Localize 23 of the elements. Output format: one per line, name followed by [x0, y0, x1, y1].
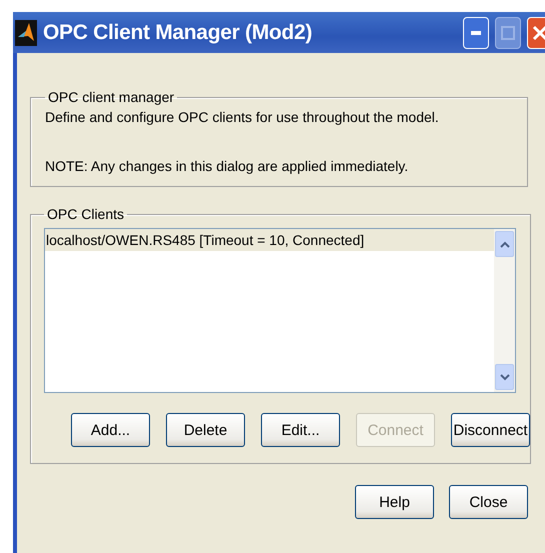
scroll-down-button[interactable] [495, 364, 514, 390]
note-text: NOTE: Any changes in this dialog are applied immediately. [45, 158, 410, 174]
chevron-up-icon [500, 240, 510, 248]
dialog-button[interactable]: Disconnect [451, 413, 530, 447]
dialog-button[interactable]: Help [355, 485, 434, 519]
chevron-down-icon [500, 374, 510, 380]
group-legend: OPC Clients [44, 206, 128, 222]
minimize-button[interactable] [463, 16, 489, 48]
dialog-button[interactable]: Add... [71, 413, 150, 447]
maximize-icon [501, 26, 515, 40]
minimize-icon [471, 30, 481, 34]
close-icon [532, 24, 545, 40]
dialog-button[interactable]: Delete [166, 413, 245, 447]
scroll-up-button[interactable] [495, 231, 514, 257]
scrollbar[interactable] [494, 229, 515, 392]
maximize-button[interactable] [495, 16, 521, 48]
description-text: Define and configure OPC clients for use throughout the model. [45, 109, 440, 125]
dialog-button[interactable]: Edit... [261, 413, 340, 447]
group-legend: OPC client manager [45, 89, 178, 105]
window-title: OPC Client Manager (Mod2) [43, 20, 314, 44]
app-logo-icon [15, 20, 37, 46]
client-list-item[interactable]: localhost/OWEN.RS485 [Timeout = 10, Connected] [45, 229, 494, 251]
dialog-button[interactable]: Close [449, 485, 528, 519]
